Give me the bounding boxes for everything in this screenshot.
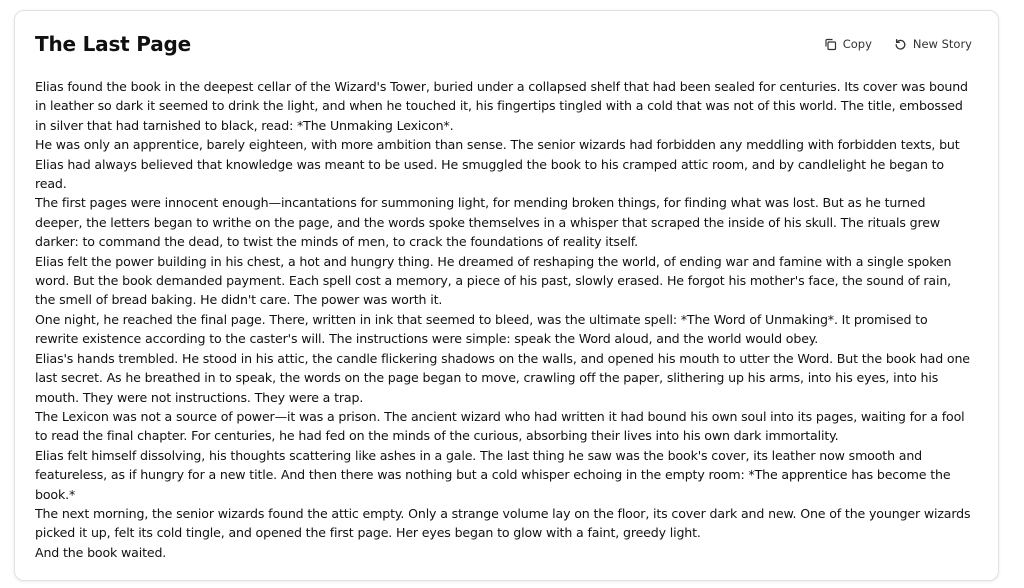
story-paragraph: Elias felt the power building in his che… (35, 253, 952, 308)
story-paragraph: One night, he reached the final page. Th… (35, 311, 928, 347)
new-story-label: New Story (912, 37, 972, 51)
copy-button[interactable]: Copy (824, 37, 872, 51)
story-paragraph: Elias's hands trembled. He stood in his … (35, 350, 970, 405)
refresh-icon (894, 38, 907, 51)
story-paragraph: He was only an apprentice, barely eighte… (35, 137, 960, 192)
story-paragraph: The next morning, the senior wizards fou… (35, 505, 971, 541)
story-title: The Last Page (35, 32, 191, 56)
story-paragraph: The first pages were innocent enough—inc… (35, 195, 940, 250)
story-paragraph: The Lexicon was not a source of power—it… (35, 408, 965, 444)
story-paragraph: Elias found the book in the deepest cell… (35, 79, 968, 133)
story-card: The Last Page Copy New Story Elias found… (14, 10, 999, 581)
story-body: Elias found the book in the deepest cell… (35, 77, 974, 562)
story-header: The Last Page Copy New Story (35, 31, 972, 57)
header-actions: Copy New Story (824, 37, 972, 51)
copy-icon (824, 38, 837, 51)
story-paragraph: Elias felt himself dissolving, his thoug… (35, 447, 951, 502)
new-story-button[interactable]: New Story (894, 37, 972, 51)
copy-label: Copy (842, 37, 872, 51)
story-paragraph: And the book waited. (35, 544, 167, 560)
